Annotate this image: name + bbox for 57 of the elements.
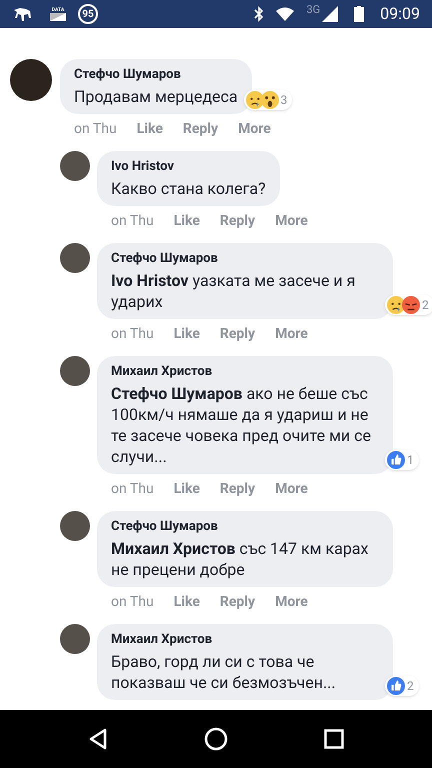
avatar[interactable] (60, 624, 90, 654)
home-icon[interactable] (204, 727, 228, 751)
comment-time: on Thu (111, 481, 154, 497)
notification-badge: 95 (78, 4, 98, 24)
action-link[interactable]: More (275, 213, 308, 229)
reaction-badge[interactable]: 1 (385, 450, 419, 470)
avatar[interactable] (60, 151, 90, 181)
action-link[interactable]: Like (174, 594, 200, 610)
action-link[interactable]: Reply (220, 326, 256, 342)
data-icon (50, 12, 66, 20)
reaction-count: 2 (407, 678, 414, 695)
author-name[interactable]: Стефчо Шумаров (111, 518, 379, 536)
action-link[interactable]: Like (174, 213, 200, 229)
back-icon[interactable] (88, 728, 108, 750)
action-link[interactable]: Reply (182, 121, 218, 137)
action-link[interactable]: Reply (220, 213, 256, 229)
action-link[interactable]: Reply (220, 594, 256, 610)
reaction-badge[interactable]: 2 (385, 295, 432, 315)
avatar[interactable] (60, 356, 90, 386)
comment-text: Браво, горд ли си с това че показваш че си безмозъчен... (111, 651, 337, 693)
action-link[interactable]: More (238, 121, 271, 137)
network-label: 3G (306, 2, 320, 18)
action-link[interactable]: Reply (220, 481, 256, 497)
comment-time: on Thu (74, 121, 117, 137)
reaction-count: 2 (422, 297, 429, 314)
action-link[interactable]: Like (174, 481, 200, 497)
action-link[interactable]: More (275, 481, 308, 497)
comment-time: on Thu (111, 326, 154, 342)
author-name[interactable]: Стефчо Шумаров (74, 66, 238, 84)
author-name[interactable]: Ivo Hristov (111, 158, 266, 176)
signal-icon (322, 6, 338, 22)
action-link[interactable]: Like (174, 326, 200, 342)
comment-text: Михаил Христов със 147 км карах не прецени добре (111, 538, 370, 580)
action-link[interactable]: More (275, 594, 308, 610)
avatar[interactable] (60, 243, 90, 273)
comment-text: Какво стана колега? (111, 178, 266, 199)
author-name[interactable]: Михаил Христов (111, 363, 379, 381)
comment-time: on Thu (111, 213, 154, 229)
reaction-count: 3 (280, 92, 288, 109)
action-link[interactable]: Like (136, 121, 163, 137)
clock: 09:09 (380, 3, 420, 25)
comment-text: Стефчо Шумаров ако не беше със 100км/ч нямаше да я удариш и не те засече човека пред очите ми се случи... (111, 383, 372, 467)
action-link[interactable]: More (275, 326, 308, 342)
comment-time: on Thu (111, 594, 154, 610)
wifi-icon (276, 7, 294, 21)
avatar[interactable] (60, 511, 90, 541)
avatar[interactable] (10, 59, 52, 101)
bluetooth-icon (254, 6, 264, 22)
comment-text: Продавам мерцедеса (74, 86, 238, 107)
author-name[interactable]: Стефчо Шумаров (111, 250, 379, 268)
reaction-count: 1 (407, 452, 414, 469)
author-name[interactable]: Михаил Христов (111, 631, 379, 649)
battery-icon (354, 6, 364, 22)
reaction-badge[interactable]: 3 (244, 90, 292, 110)
comment-text: Ivo Hristov уазката ме засече и я ударих (111, 270, 356, 312)
reaction-badge[interactable]: 2 (385, 676, 419, 696)
recents-icon[interactable] (324, 729, 344, 749)
